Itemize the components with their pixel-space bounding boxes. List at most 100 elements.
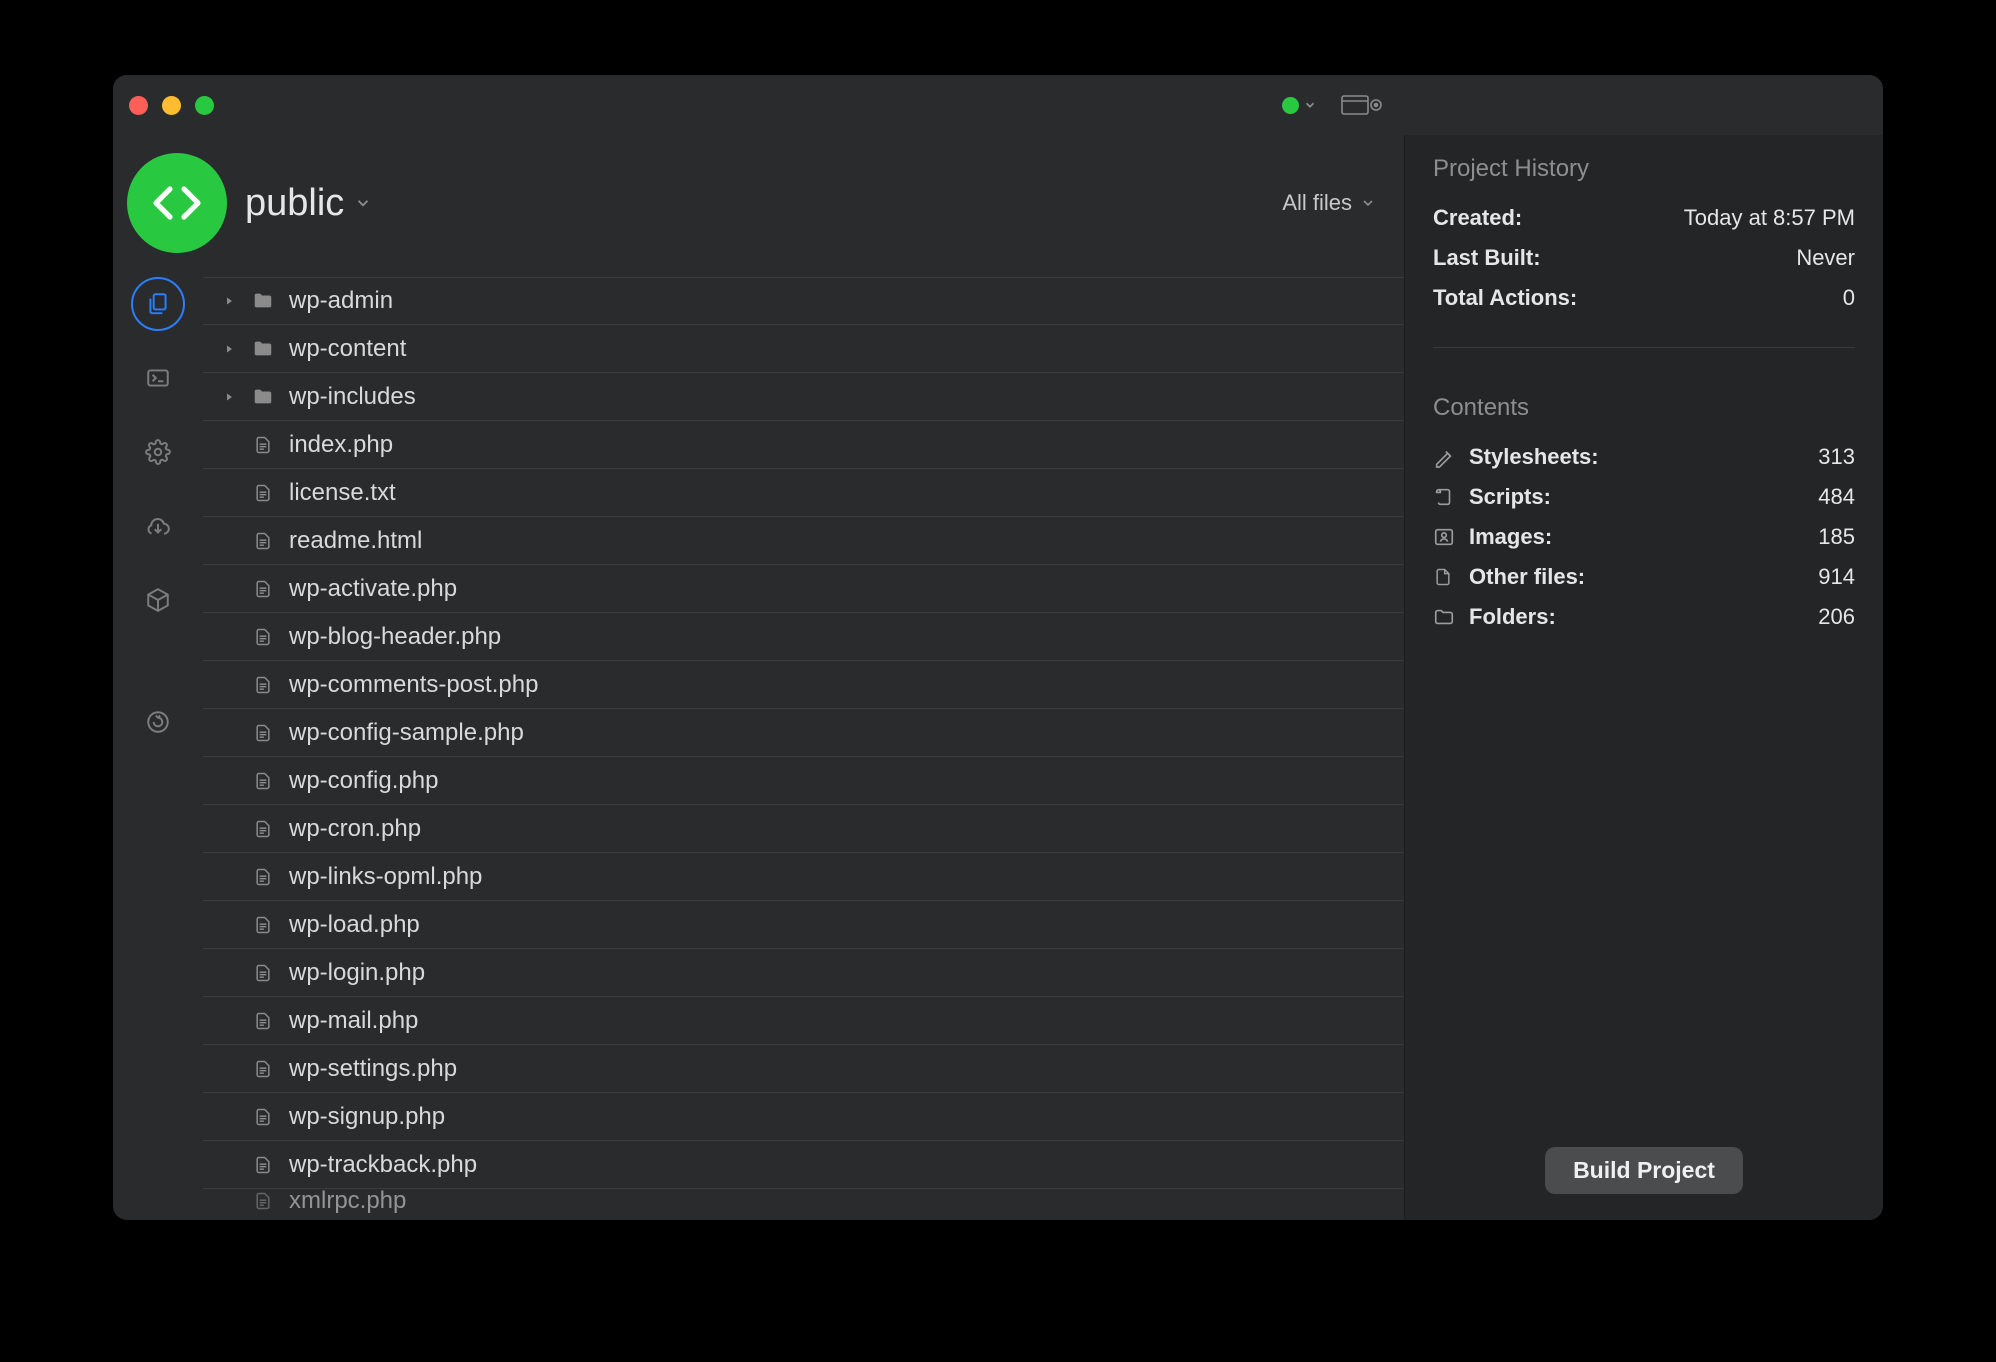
file-row[interactable]: wp-load.php xyxy=(203,901,1404,949)
file-name-label: index.php xyxy=(289,431,393,459)
file-name-label: wp-settings.php xyxy=(289,1055,457,1083)
window-minimize-button[interactable] xyxy=(162,96,181,115)
file-row[interactable]: wp-signup.php xyxy=(203,1093,1404,1141)
file-row[interactable]: readme.html xyxy=(203,517,1404,565)
history-total-actions-label: Total Actions: xyxy=(1433,285,1577,311)
chevron-down-icon xyxy=(1303,98,1317,112)
file-row[interactable]: wp-trackback.php xyxy=(203,1141,1404,1189)
project-name-dropdown[interactable]: public xyxy=(245,182,372,225)
sidebar-item-files[interactable] xyxy=(131,277,185,331)
file-icon xyxy=(251,673,275,697)
file-icon xyxy=(251,1009,275,1033)
titlebar-right-controls xyxy=(1282,93,1383,117)
file-filter-dropdown[interactable]: All files xyxy=(1282,190,1376,216)
contents-value: 313 xyxy=(1818,444,1855,470)
window-body: public All files xyxy=(113,135,1883,1220)
contents-value: 206 xyxy=(1818,604,1855,630)
disclosure-triangle-icon[interactable] xyxy=(221,295,237,307)
file-icon xyxy=(251,529,275,553)
history-created-value: Today at 8:57 PM xyxy=(1684,205,1855,231)
file-name-label: wp-signup.php xyxy=(289,1103,445,1131)
content-row: wp-admin wp-content wp-includes index.php li… xyxy=(113,271,1404,1220)
file-row[interactable]: wp-activate.php xyxy=(203,565,1404,613)
file-name-label: wp-login.php xyxy=(289,959,425,987)
contents-row-folder: Folders:206 xyxy=(1433,604,1855,630)
build-project-button[interactable]: Build Project xyxy=(1545,1147,1743,1194)
server-status-dropdown[interactable] xyxy=(1282,97,1317,114)
window-close-button[interactable] xyxy=(129,96,148,115)
file-row[interactable]: index.php xyxy=(203,421,1404,469)
file-icon xyxy=(251,721,275,745)
file-name-label: license.txt xyxy=(289,479,396,507)
disclosure-triangle-icon[interactable] xyxy=(221,391,237,403)
file-row[interactable]: wp-settings.php xyxy=(203,1045,1404,1093)
sidebar-item-settings[interactable] xyxy=(131,425,185,479)
file-row[interactable]: wp-mail.php xyxy=(203,997,1404,1045)
window-maximize-button[interactable] xyxy=(195,96,214,115)
sidebar-item-cloud[interactable] xyxy=(131,499,185,553)
file-icon xyxy=(251,1189,275,1213)
contents-row-stylesheet: Stylesheets: 313 xyxy=(1433,444,1855,470)
file-row[interactable]: wp-config.php xyxy=(203,757,1404,805)
file-icon xyxy=(251,577,275,601)
file-name-label: wp-trackback.php xyxy=(289,1151,477,1179)
file-icon xyxy=(251,433,275,457)
file-row[interactable]: wp-blog-header.php xyxy=(203,613,1404,661)
file-list[interactable]: wp-admin wp-content wp-includes index.php li… xyxy=(203,271,1404,1220)
app-window: public All files xyxy=(113,75,1883,1220)
file-row[interactable]: wp-admin xyxy=(203,277,1404,325)
script-icon xyxy=(1433,486,1457,508)
file-row[interactable]: wp-content xyxy=(203,325,1404,373)
file-row[interactable]: wp-cron.php xyxy=(203,805,1404,853)
terminal-icon xyxy=(145,365,171,391)
file-row[interactable]: wp-links-opml.php xyxy=(203,853,1404,901)
file-icon xyxy=(251,1105,275,1129)
sidebar-item-refresh[interactable] xyxy=(131,695,185,749)
file-name-label: wp-activate.php xyxy=(289,575,457,603)
file-icon xyxy=(251,1153,275,1177)
file-row[interactable]: xmlrpc.php xyxy=(203,1189,1404,1213)
file-icon xyxy=(251,913,275,937)
file-name-label: wp-config-sample.php xyxy=(289,719,524,747)
file-icon xyxy=(251,769,275,793)
file-name-label: wp-content xyxy=(289,335,406,363)
file-name-label: wp-cron.php xyxy=(289,815,421,843)
file-icon xyxy=(251,961,275,985)
file-filter-label: All files xyxy=(1282,190,1352,216)
build-project-label: Build Project xyxy=(1573,1157,1715,1183)
cube-icon xyxy=(145,587,171,613)
file-name-label: wp-blog-header.php xyxy=(289,623,501,651)
contents-row-script: Scripts:484 xyxy=(1433,484,1855,510)
contents-heading: Contents xyxy=(1433,394,1855,422)
file-row[interactable]: wp-config-sample.php xyxy=(203,709,1404,757)
app-logo-icon xyxy=(127,153,227,253)
stylesheet-icon xyxy=(1433,446,1457,468)
file-icon xyxy=(251,481,275,505)
history-last-built-label: Last Built: xyxy=(1433,245,1541,271)
contents-label: Other files: xyxy=(1469,564,1806,590)
folder-icon xyxy=(251,289,275,313)
contents-row-image: Images: 185 xyxy=(1433,524,1855,550)
sidebar-item-packages[interactable] xyxy=(131,573,185,627)
file-name-label: wp-config.php xyxy=(289,767,438,795)
file-row[interactable]: wp-login.php xyxy=(203,949,1404,997)
cloud-download-icon xyxy=(145,513,171,539)
history-created-row: Created: Today at 8:57 PM xyxy=(1433,205,1855,231)
file-row[interactable]: wp-includes xyxy=(203,373,1404,421)
contents-label: Images: xyxy=(1469,524,1806,550)
server-status-indicator-icon xyxy=(1282,97,1299,114)
file-name-label: wp-comments-post.php xyxy=(289,671,538,699)
sidebar-item-terminal[interactable] xyxy=(131,351,185,405)
contents-label: Stylesheets: xyxy=(1469,444,1806,470)
file-name-label: wp-includes xyxy=(289,383,416,411)
file-row[interactable]: license.txt xyxy=(203,469,1404,517)
disclosure-triangle-icon[interactable] xyxy=(221,343,237,355)
file-icon xyxy=(251,865,275,889)
file-name-label: readme.html xyxy=(289,527,422,555)
contents-value: 185 xyxy=(1818,524,1855,550)
main-area: public All files xyxy=(113,135,1404,1220)
image-icon xyxy=(1433,526,1457,548)
browser-preview-button[interactable] xyxy=(1341,93,1383,117)
file-row[interactable]: wp-comments-post.php xyxy=(203,661,1404,709)
files-icon xyxy=(145,291,171,317)
